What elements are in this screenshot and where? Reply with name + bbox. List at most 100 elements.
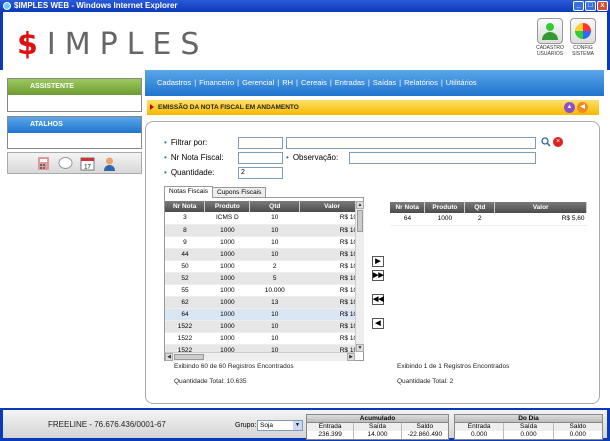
footer-bar: FREELINE - 76.676.436/0001-67 Grupo: Soj… [0,408,610,441]
scroll-down-icon[interactable]: ▼ [356,344,364,352]
acumulado-saida-value: 14.000 [354,431,402,439]
filtrar-field[interactable] [238,137,283,149]
nr-nota-field[interactable] [238,152,283,164]
left-table-vscroll[interactable]: ▲ ▼ [355,201,364,352]
scroll-right-icon[interactable]: ▶ [347,353,355,361]
scroll-up-icon[interactable]: ▲ [356,201,364,209]
table-row[interactable]: 9100010R$ 10,0 [165,236,355,249]
table-cell: 1000 [204,284,250,297]
chat-icon[interactable] [58,156,73,171]
add-one-button[interactable]: ▶ [372,256,384,267]
collapse-up-icon[interactable]: ▲ [564,102,575,113]
table-cell: R$ 10,0 [299,332,355,345]
remove-one-button[interactable]: ◀ [372,318,384,329]
table-row[interactable]: 1522100010R$ 10,0 [165,344,355,352]
calendar-icon[interactable]: 17 [80,156,95,171]
column-header[interactable]: Nr Nota [390,202,426,213]
right-records-info: Exibindo 1 de 1 Registros Encontrados [397,363,510,370]
column-header[interactable]: Produto [204,201,251,212]
table-row[interactable]: 55100010.000R$ 10,0 [165,284,355,297]
table-row[interactable]: 64100010R$ 10,0 [165,308,355,321]
search-icon[interactable] [541,137,551,147]
table-cell: R$ 10,0 [299,236,355,249]
assistente-header[interactable]: ASSISTENTE [8,79,141,95]
nav-item[interactable]: Cadastros [157,78,191,87]
minimize-button[interactable]: _ [573,1,584,11]
filtrar-search-field[interactable] [286,137,536,149]
tab-notas-fiscais[interactable]: Notas Fiscais [164,186,214,198]
back-icon[interactable]: ◀ [577,102,588,113]
table-row[interactable]: 64 1000 2 R$ 5,60 [390,213,587,226]
maximize-button[interactable]: □ [585,1,596,11]
close-button[interactable]: x [597,1,608,11]
nota-fiscal-panel: • Filtrar por: × • Nr Nota Fiscal: • Observ… [145,121,600,404]
status-arrow-icon [150,104,154,110]
nav-item[interactable]: RH [282,78,293,87]
observacao-field[interactable] [349,152,536,164]
table-row[interactable]: 1522100010R$ 10,0 [165,332,355,345]
user-icon[interactable] [102,156,117,171]
scroll-thumb[interactable] [357,210,363,232]
table-row[interactable]: 62100013R$ 10,0 [165,296,355,309]
table-cell: 10 [249,332,300,345]
nav-separator: | [329,78,332,87]
table-row[interactable]: 5010002R$ 10,0 [165,260,355,273]
atalhos-panel: ATALHOS [7,116,142,149]
cadastro-usuarios-button[interactable]: CADASTRO USUÁRIOS [536,18,564,57]
app-logo: $IMPLES [17,27,209,62]
nav-item[interactable]: Gerencial [242,78,274,87]
nav-separator: | [296,78,298,87]
add-all-button[interactable]: ▶▶ [372,270,384,281]
acumulado-saldo-value: -22.860.490 [407,431,443,438]
table-row[interactable]: 3ICMS D10R$ 10,0 [165,212,355,225]
table-cell: 10.000 [249,284,300,297]
dodia-col-saldo: Saldo [553,423,602,431]
nav-item[interactable]: Financeiro [199,78,234,87]
table-cell: 9 [165,236,205,249]
nav-item[interactable]: Relatórios [404,78,438,87]
nav-separator: | [440,78,443,87]
column-header[interactable]: Nr Nota [165,201,206,212]
hscroll-thumb[interactable] [174,354,204,360]
table-cell: 1000 [204,332,250,345]
table-cell: 10 [249,248,300,261]
column-header[interactable]: Valor [299,201,355,212]
config-sistema-label: CONFIG SISTEMA [572,45,594,57]
quantidade-field[interactable]: 2 [238,167,283,179]
selected-table-wrap: Nr Nota Produto Qtd Valor 64 1000 2 R$ 5,60 [390,202,587,226]
table-cell: 5 [249,272,300,285]
nav-separator: | [399,78,402,87]
table-row[interactable]: 5210005R$ 10,0 [165,272,355,285]
chevron-down-icon[interactable]: ▼ [293,421,302,430]
table-cell: 1522 [165,320,205,333]
table-cell: 64 [165,308,205,321]
clear-icon[interactable]: × [553,137,563,147]
grupo-select[interactable]: Soja ▼ [257,420,303,431]
column-header[interactable]: Produto [424,202,466,213]
table-cell: 50 [165,260,205,273]
table-cell: 1522 [165,344,205,352]
dodia-col-entrada: Entrada [455,423,505,431]
nav-item[interactable]: Utilitários [446,78,477,87]
table-row[interactable]: 1522100010R$ 10,0 [165,320,355,333]
table-cell: 3 [165,212,205,225]
config-sistema-button[interactable]: CONFIG SISTEMA [569,18,597,57]
nav-item[interactable]: Saídas [373,78,396,87]
nav-separator: | [277,78,280,87]
remove-all-button[interactable]: ◀◀ [372,294,384,305]
calculator-icon[interactable] [36,156,51,171]
column-header[interactable]: Valor [494,202,587,213]
atalhos-header[interactable]: ATALHOS [8,117,141,133]
table-row[interactable]: 8100010R$ 10,0 [165,224,355,237]
grupo-label: Grupo: [235,422,257,429]
nav-item[interactable]: Cereais [301,78,327,87]
nav-item[interactable]: Entradas [335,78,365,87]
column-header[interactable]: Qtd [464,202,496,213]
scroll-left-icon[interactable]: ◀ [165,353,173,361]
column-header[interactable]: Qtd [249,201,301,212]
bullet-icon: • [164,138,167,147]
left-table-hscroll[interactable]: ◀ ▶ [165,352,355,361]
table-row[interactable]: 44100010R$ 10,0 [165,248,355,261]
notas-table: Nr NotaProdutoQtdValor 3ICMS D10R$ 10,08… [165,201,355,352]
table-cell: 10 [249,320,300,333]
